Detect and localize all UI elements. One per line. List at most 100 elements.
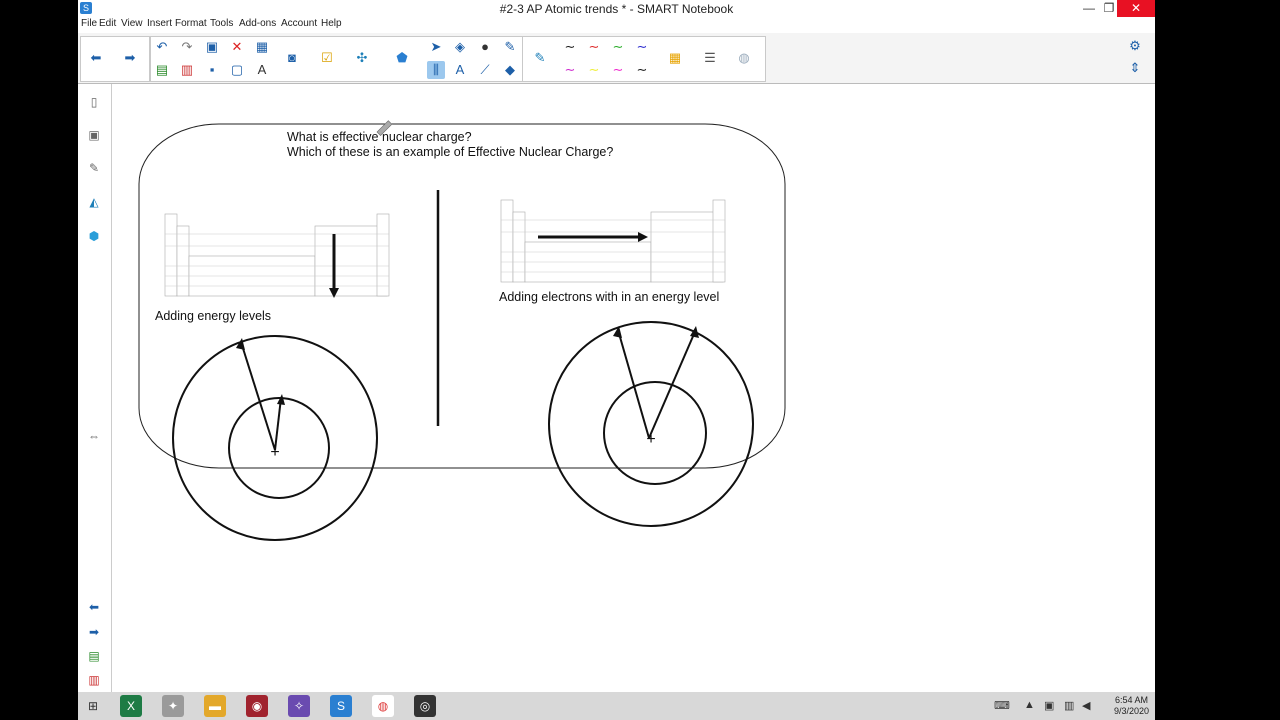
left-atom-inner-arrowhead — [277, 394, 285, 405]
menu-bar: File Edit View Insert Format Tools Add-o… — [78, 17, 1155, 32]
previous-page-icon[interactable]: ⬅ — [86, 599, 102, 615]
right-nucleus-plus: + — [646, 431, 655, 448]
right-arrow-head — [638, 232, 648, 242]
properties-icon[interactable]: ◭ — [86, 194, 102, 210]
attachments-icon[interactable]: ✎ — [86, 160, 102, 176]
side-panel-tabs: ▯ ▣ ✎ ◭ ⬢ ⇔ ⬅ ➡ ▤ ▥ — [78, 84, 112, 692]
file-explorer-taskbar-icon[interactable]: ▬ — [204, 695, 226, 717]
notebook-page[interactable]: + + What is effective nuclear charge? Wh… — [112, 84, 1155, 692]
blue-line-icon[interactable]: ∼ — [633, 38, 651, 56]
menu-help[interactable]: Help — [321, 18, 342, 29]
toolbar-move-icon[interactable]: ⇕ — [1126, 59, 1144, 77]
delete-icon[interactable]: ✕ — [228, 38, 246, 56]
vertical-scrollbar[interactable] — [1145, 84, 1155, 692]
menu-account[interactable]: Account — [281, 18, 317, 29]
add-ons-side-icon[interactable]: ⬢ — [86, 228, 102, 244]
forward-arrow-icon[interactable]: ➡ — [121, 49, 139, 67]
right-atom-right-arrowhead — [690, 326, 699, 338]
line-icon[interactable]: ⟋ — [476, 61, 494, 79]
menu-insert[interactable]: Insert — [147, 18, 172, 29]
excel-taskbar-icon[interactable]: X — [120, 695, 142, 717]
yellow-line-icon[interactable]: ∼ — [585, 61, 603, 79]
clock-date: 9/3/2020 — [1113, 706, 1149, 716]
table-icon[interactable]: ▦ — [253, 38, 271, 56]
right-atom-diagram — [548, 321, 754, 527]
right-caption: Adding electrons with in an energy level — [499, 290, 720, 304]
volume-tray-icon[interactable]: ◀ — [1082, 699, 1090, 712]
tray-expand-icon[interactable]: ▲ — [1024, 699, 1035, 711]
page-sorter-icon[interactable]: ▯ — [86, 94, 102, 110]
menu-file[interactable]: File — [81, 18, 97, 29]
tray-app-icon[interactable]: ▣ — [1044, 699, 1054, 712]
dash-line-icon[interactable]: ∼ — [633, 61, 651, 79]
line-style-icon[interactable]: ☰ — [701, 49, 719, 67]
menu-format[interactable]: Format — [175, 18, 207, 29]
keyboard-tray-icon[interactable]: ⌨ — [994, 699, 1010, 712]
menu-edit[interactable]: Edit — [99, 18, 116, 29]
start-windows-icon[interactable]: ⊞ — [82, 695, 104, 717]
redo-icon[interactable]: ↷ — [178, 38, 196, 56]
gallery-icon[interactable]: ▣ — [86, 127, 102, 143]
eraser-icon[interactable]: ◆ — [501, 61, 519, 79]
left-periodic-table — [164, 213, 390, 297]
question-2: Which of these is an example of Effectiv… — [287, 145, 614, 159]
magic-pen-icon[interactable]: ✎ — [501, 38, 519, 56]
windows-taskbar: ⊞ X ✦ ▬ ◉ ✧ S ◍ ◎ ⌨ ▲ ▣ ▥ ◀ 6:54 AM 9/3/… — [78, 692, 1155, 720]
left-nucleus-plus: + — [270, 444, 279, 461]
chrome-taskbar-icon[interactable]: ◍ — [372, 695, 394, 717]
text-size-icon[interactable]: A — [253, 61, 271, 79]
response-icon[interactable]: ☑ — [318, 49, 336, 67]
close-button[interactable]: ✕ — [1117, 0, 1155, 17]
menu-add-ons[interactable]: Add-ons — [239, 18, 276, 29]
settings-gear-icon[interactable]: ⚙ — [1126, 37, 1144, 55]
paste-icon[interactable]: ▥ — [178, 61, 196, 79]
fill-icon[interactable]: ● — [476, 38, 494, 56]
recorder-taskbar-icon[interactable]: ◉ — [246, 695, 268, 717]
clock-time: 6:54 AM — [1114, 695, 1148, 705]
magenta-line-icon[interactable]: ∼ — [561, 61, 579, 79]
obs-taskbar-icon[interactable]: ◎ — [414, 695, 436, 717]
text-icon[interactable]: A — [451, 61, 469, 79]
select-icon[interactable]: ➤ — [427, 38, 445, 56]
save-icon[interactable]: ▪ — [203, 61, 221, 79]
screencast-taskbar-icon[interactable]: ✧ — [288, 695, 310, 717]
menu-view[interactable]: View — [121, 18, 143, 29]
title-bar: S #2-3 AP Atomic trends * - SMART Notebo… — [78, 0, 1155, 17]
color-palette-icon[interactable]: ▦ — [666, 49, 684, 67]
undo-icon[interactable]: ↶ — [153, 38, 171, 56]
pen-type-icon[interactable]: ✎ — [531, 49, 549, 67]
sidebar-toggle-icon[interactable]: ⇔ — [86, 428, 102, 444]
delete-page-side-icon[interactable]: ▥ — [86, 672, 102, 688]
pen-properties-group: ✎ ∼ ∼ ∼ ∼ ∼ ∼ ∼ ∼ ▦ ☰ ◍ — [522, 36, 766, 82]
main-toolbar: ⬅ ➡ ↶ ↷ ▣ ✕ ▦ ▤ ▥ ▪ ▢ A ◙ ☑ ✣ ⬟ ➤ ◈ ● ✎ … — [78, 33, 1155, 84]
app-window: S #2-3 AP Atomic trends * - SMART Notebo… — [78, 0, 1155, 692]
red-line-icon[interactable]: ∼ — [585, 38, 603, 56]
open-icon[interactable]: ▤ — [153, 61, 171, 79]
add-page-side-icon[interactable]: ▤ — [86, 648, 102, 664]
left-caption: Adding energy levels — [155, 309, 272, 323]
pink-line-icon[interactable]: ∼ — [609, 61, 627, 79]
document-camera-icon[interactable]: ◙ — [283, 49, 301, 67]
tools-taskbar-icon[interactable]: ✦ — [162, 695, 184, 717]
black-line-icon[interactable]: ∼ — [561, 38, 579, 56]
lab-tools-icon[interactable]: ⬟ — [393, 49, 411, 67]
fill-effects-icon[interactable]: ◍ — [735, 49, 753, 67]
shapes-icon[interactable]: ◈ — [451, 38, 469, 56]
green-line-icon[interactable]: ∼ — [609, 38, 627, 56]
left-atom-diagram — [172, 335, 378, 541]
menu-tools[interactable]: Tools — [210, 18, 233, 29]
right-periodic-table — [500, 199, 726, 283]
window-title: #2-3 AP Atomic trends * - SMART Notebook — [499, 2, 734, 16]
back-arrow-icon[interactable]: ⬅ — [87, 49, 105, 67]
pens-icon[interactable]: ⫼ — [427, 61, 445, 79]
add-ons-icon[interactable]: ✣ — [353, 49, 371, 67]
nav-group: ⬅ ➡ — [80, 36, 150, 82]
next-page-icon[interactable]: ➡ — [86, 624, 102, 640]
system-clock[interactable]: 6:54 AM 9/3/2020 — [1114, 695, 1149, 717]
add-page-icon[interactable]: ▣ — [203, 38, 221, 56]
screen-capture-icon[interactable]: ▢ — [228, 61, 246, 79]
question-1: What is effective nuclear charge? — [287, 130, 472, 144]
smart-notebook-taskbar-icon[interactable]: S — [330, 695, 352, 717]
network-tray-icon[interactable]: ▥ — [1064, 699, 1074, 712]
slide-drawing: + + — [138, 120, 786, 541]
